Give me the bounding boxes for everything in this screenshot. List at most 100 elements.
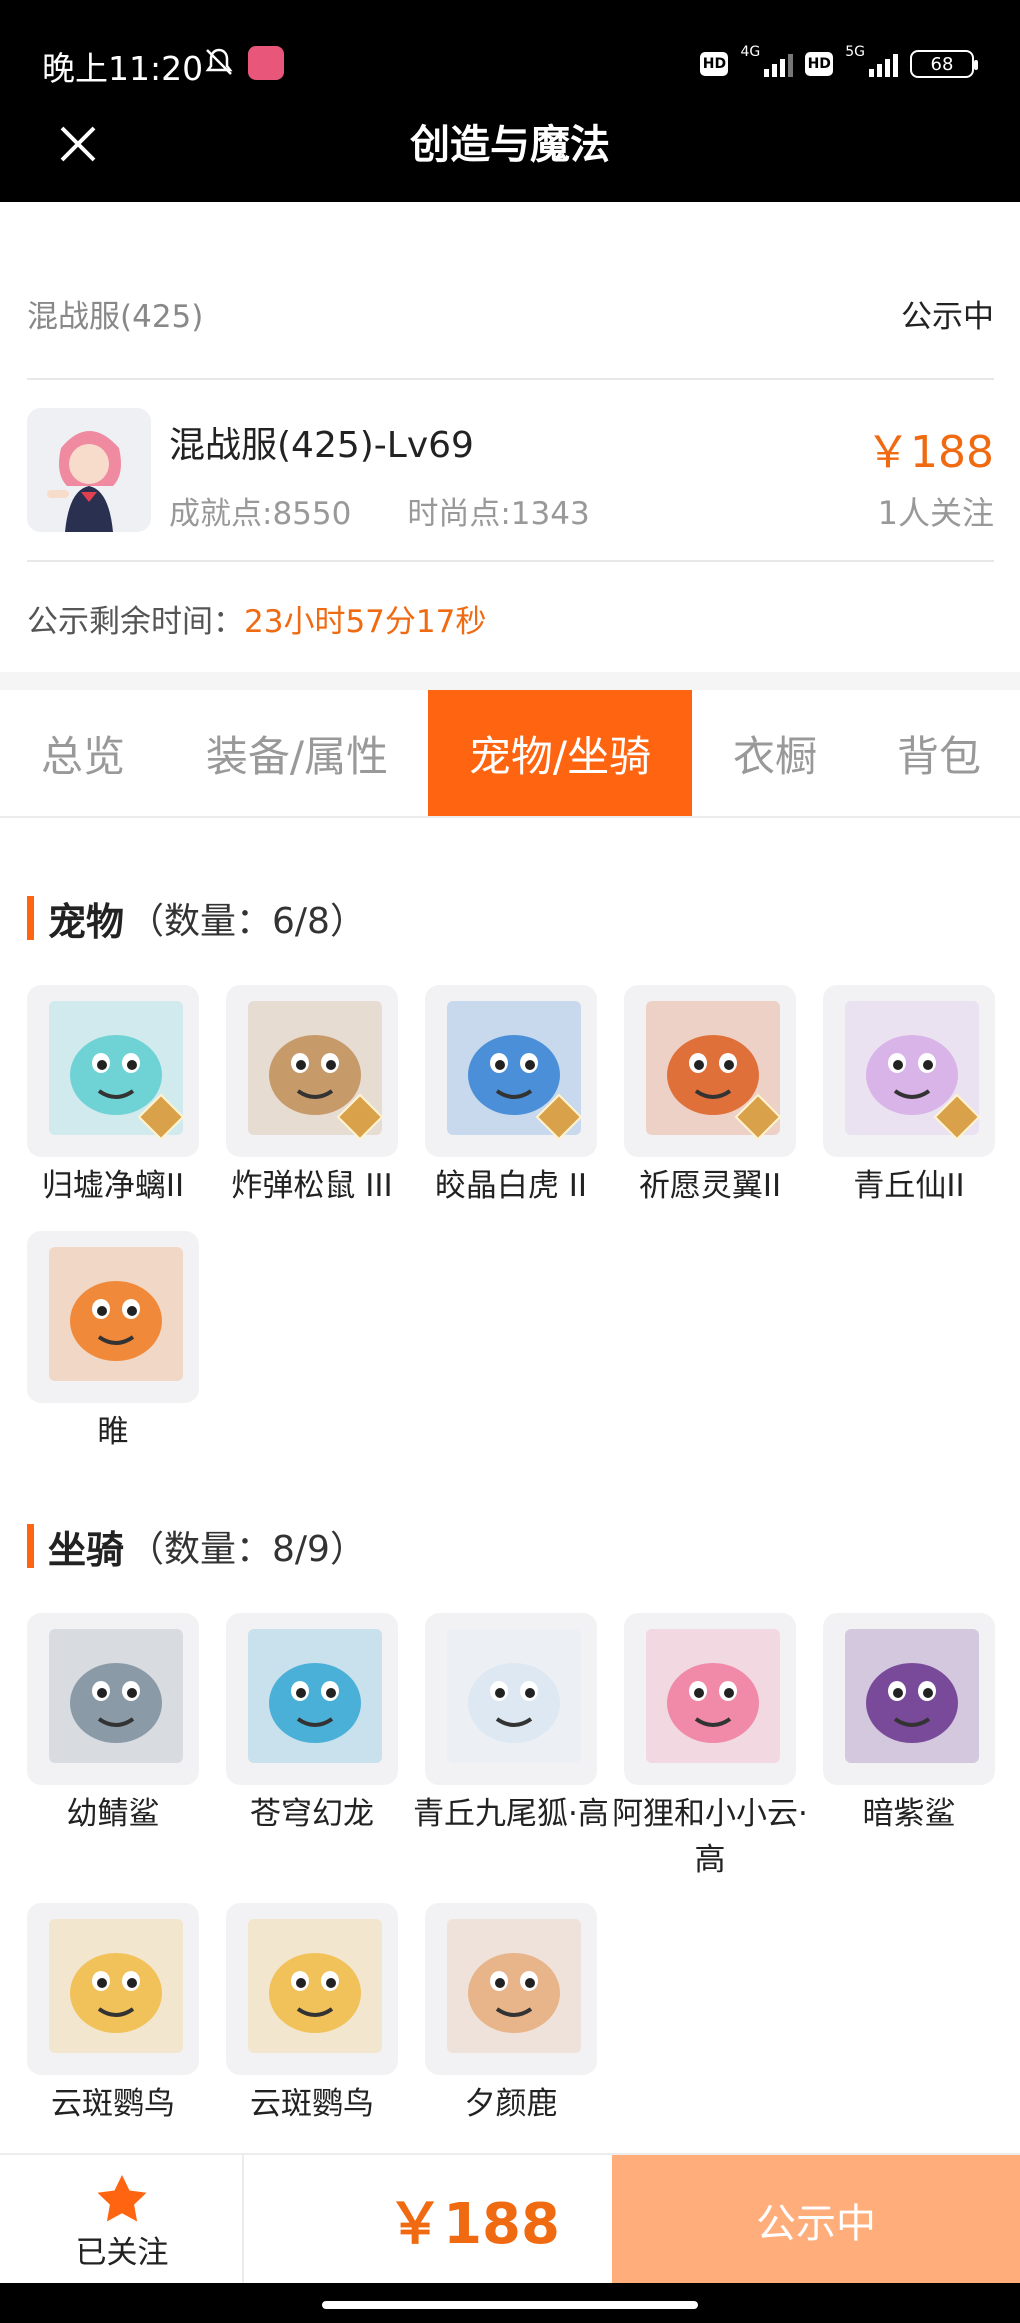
mount-thumbnail xyxy=(823,1613,995,1785)
network-type-label: 5G xyxy=(845,44,865,60)
follow-button[interactable]: 已关注 xyxy=(0,2155,244,2283)
mount-thumbnail xyxy=(624,1613,796,1785)
mounts-title: 坐骑 xyxy=(48,1527,125,1572)
grade-badge-icon xyxy=(734,1093,782,1141)
mount-name: 云斑鹦鸟 xyxy=(51,2086,175,2122)
publicity-button[interactable]: 公示中 xyxy=(612,2155,1020,2285)
purple-shark-icon xyxy=(845,1629,979,1763)
listing-price: ￥188 xyxy=(866,427,994,478)
pet-thumbnail xyxy=(226,985,398,1157)
mount-card[interactable]: 苍穹幻龙 xyxy=(226,1613,398,1883)
tab-overview[interactable]: 总览 xyxy=(0,690,166,816)
top-bar: 晚上11:20 HD 4G HD 5G 68 创造与魔法 xyxy=(0,0,1020,202)
app-notification-icon xyxy=(248,46,284,80)
mount-name: 夕颜鹿 xyxy=(464,2086,558,2122)
hd-icon: HD xyxy=(700,52,729,76)
pets-title: 宠物 xyxy=(48,899,125,944)
countdown: 公示剩余时间：23小时57分17秒 xyxy=(27,596,486,641)
status-indicators: HD 4G HD 5G 68 xyxy=(700,44,978,84)
mount-name: 暗紫鲨 xyxy=(862,1796,956,1832)
mount-name: 青丘九尾狐·高 xyxy=(413,1796,609,1832)
mounts-section-title: 坐骑 （数量：8/9） xyxy=(27,1516,366,1576)
section-marker xyxy=(27,1524,34,1568)
divider xyxy=(27,560,994,562)
grade-badge-icon xyxy=(137,1093,185,1141)
pet-name: 皎晶白虎 II xyxy=(434,1168,588,1204)
nine-tail-fox-icon xyxy=(447,1629,581,1763)
mount-thumbnail xyxy=(27,1613,199,1785)
signal-icon xyxy=(869,51,898,77)
pet-card[interactable]: 炸弹松鼠 III xyxy=(226,985,398,1209)
section-marker xyxy=(27,896,34,940)
character-avatar xyxy=(27,408,151,532)
ali-cloud-icon xyxy=(646,1629,780,1763)
deer-icon xyxy=(447,1919,581,2053)
mount-card[interactable]: 青丘九尾狐·高 xyxy=(413,1613,609,1883)
achievement-points: 成就点:8550 xyxy=(169,496,352,532)
tab-wardrobe[interactable]: 衣橱 xyxy=(692,690,858,816)
pet-thumbnail xyxy=(823,985,995,1157)
signal-icon xyxy=(764,51,794,77)
mount-card[interactable]: 云斑鹦鸟 xyxy=(27,1903,199,2127)
countdown-label: 公示剩余时间： xyxy=(27,604,244,640)
status-time: 晚上11:20 xyxy=(42,49,204,88)
mounts-grid: 幼鲭鲨 苍穹幻龙 青丘九尾狐·高 阿狸和小小云·高 暗紫鲨云斑鹦鸟 云斑鹦鸟 夕颜鹿 xyxy=(27,1613,995,2127)
tab-backpack[interactable]: 背包 xyxy=(858,690,1020,816)
page-title: 创造与魔法 xyxy=(410,122,610,168)
follower-count: 1人关注 xyxy=(877,494,994,532)
pet-thumbnail xyxy=(425,985,597,1157)
divider xyxy=(27,378,994,380)
grade-badge-icon xyxy=(336,1093,384,1141)
tab-equipment[interactable]: 装备/属性 xyxy=(166,690,428,816)
pet-name: 祈愿灵翼II xyxy=(638,1168,782,1204)
character-name: 混战服(425)-Lv69 xyxy=(169,425,474,466)
pet-card[interactable]: 归墟净螭II xyxy=(27,985,199,1209)
mount-name: 阿狸和小小云·高 xyxy=(612,1796,808,1878)
shark-icon xyxy=(49,1629,183,1763)
mount-thumbnail xyxy=(27,1903,199,2075)
character-stats: 成就点:8550 时尚点:1343 xyxy=(169,488,590,533)
parrot-icon xyxy=(248,1919,382,2053)
mount-card[interactable]: 云斑鹦鸟 xyxy=(226,1903,398,2127)
mount-name: 苍穹幻龙 xyxy=(250,1796,374,1832)
pets-section-title: 宠物 （数量：6/8） xyxy=(27,888,366,948)
pet-card[interactable]: 青丘仙II xyxy=(823,985,995,1209)
mount-card[interactable]: 幼鲭鲨 xyxy=(27,1613,199,1883)
mounts-count: （数量：8/9） xyxy=(128,1529,366,1570)
mount-card[interactable]: 暗紫鲨 xyxy=(823,1613,995,1883)
battery-icon: 68 xyxy=(910,50,978,78)
tab-pets-mounts[interactable]: 宠物/坐骑 xyxy=(428,690,692,816)
pet-thumbnail xyxy=(27,985,199,1157)
pets-count: （数量：6/8） xyxy=(128,901,366,942)
mount-thumbnail xyxy=(425,1613,597,1785)
grade-badge-icon xyxy=(933,1093,981,1141)
server-name: 混战服(425) xyxy=(27,298,204,335)
pets-grid: 归墟净螭II 炸弹松鼠 III 皎晶白虎 II 祈愿灵翼II 青丘仙II 睢 xyxy=(27,985,995,1455)
tab-bar: 总览 装备/属性 宠物/坐骑 衣橱 背包 xyxy=(0,690,1020,818)
grade-badge-icon xyxy=(535,1093,583,1141)
mount-name: 云斑鹦鸟 xyxy=(250,2086,374,2122)
fire-bird-icon xyxy=(49,1247,183,1381)
bottom-price: ￥188 xyxy=(387,2191,560,2257)
follow-label: 已关注 xyxy=(75,2235,169,2271)
pet-card[interactable]: 皎晶白虎 II xyxy=(425,985,597,1209)
pet-name: 睢 xyxy=(97,1414,129,1450)
character-card[interactable]: 混战服(425)-Lv69 成就点:8550 时尚点:1343 ￥188 1人关… xyxy=(27,408,994,534)
pet-card[interactable]: 睢 xyxy=(27,1231,199,1455)
pet-name: 青丘仙II xyxy=(853,1168,965,1204)
gesture-navigation-bar xyxy=(0,2283,1020,2323)
bottom-action-bar: 已关注 ￥188 公示中 xyxy=(0,2153,1020,2285)
fashion-points: 时尚点:1343 xyxy=(407,496,590,532)
server-row: 混战服(425) 公示中 xyxy=(27,288,994,338)
home-indicator[interactable] xyxy=(322,2301,698,2309)
pet-card[interactable]: 祈愿灵翼II xyxy=(624,985,796,1209)
mount-thumbnail xyxy=(226,1903,398,2075)
mount-card[interactable]: 阿狸和小小云·高 xyxy=(612,1613,808,1883)
listing-state: 公示中 xyxy=(901,298,994,335)
countdown-value: 23小时57分17秒 xyxy=(244,604,487,640)
star-icon xyxy=(97,2175,147,2222)
title-bar: 创造与魔法 xyxy=(0,100,1020,202)
hd-icon: HD xyxy=(805,52,834,76)
pet-thumbnail xyxy=(27,1231,199,1403)
mount-card[interactable]: 夕颜鹿 xyxy=(425,1903,597,2127)
